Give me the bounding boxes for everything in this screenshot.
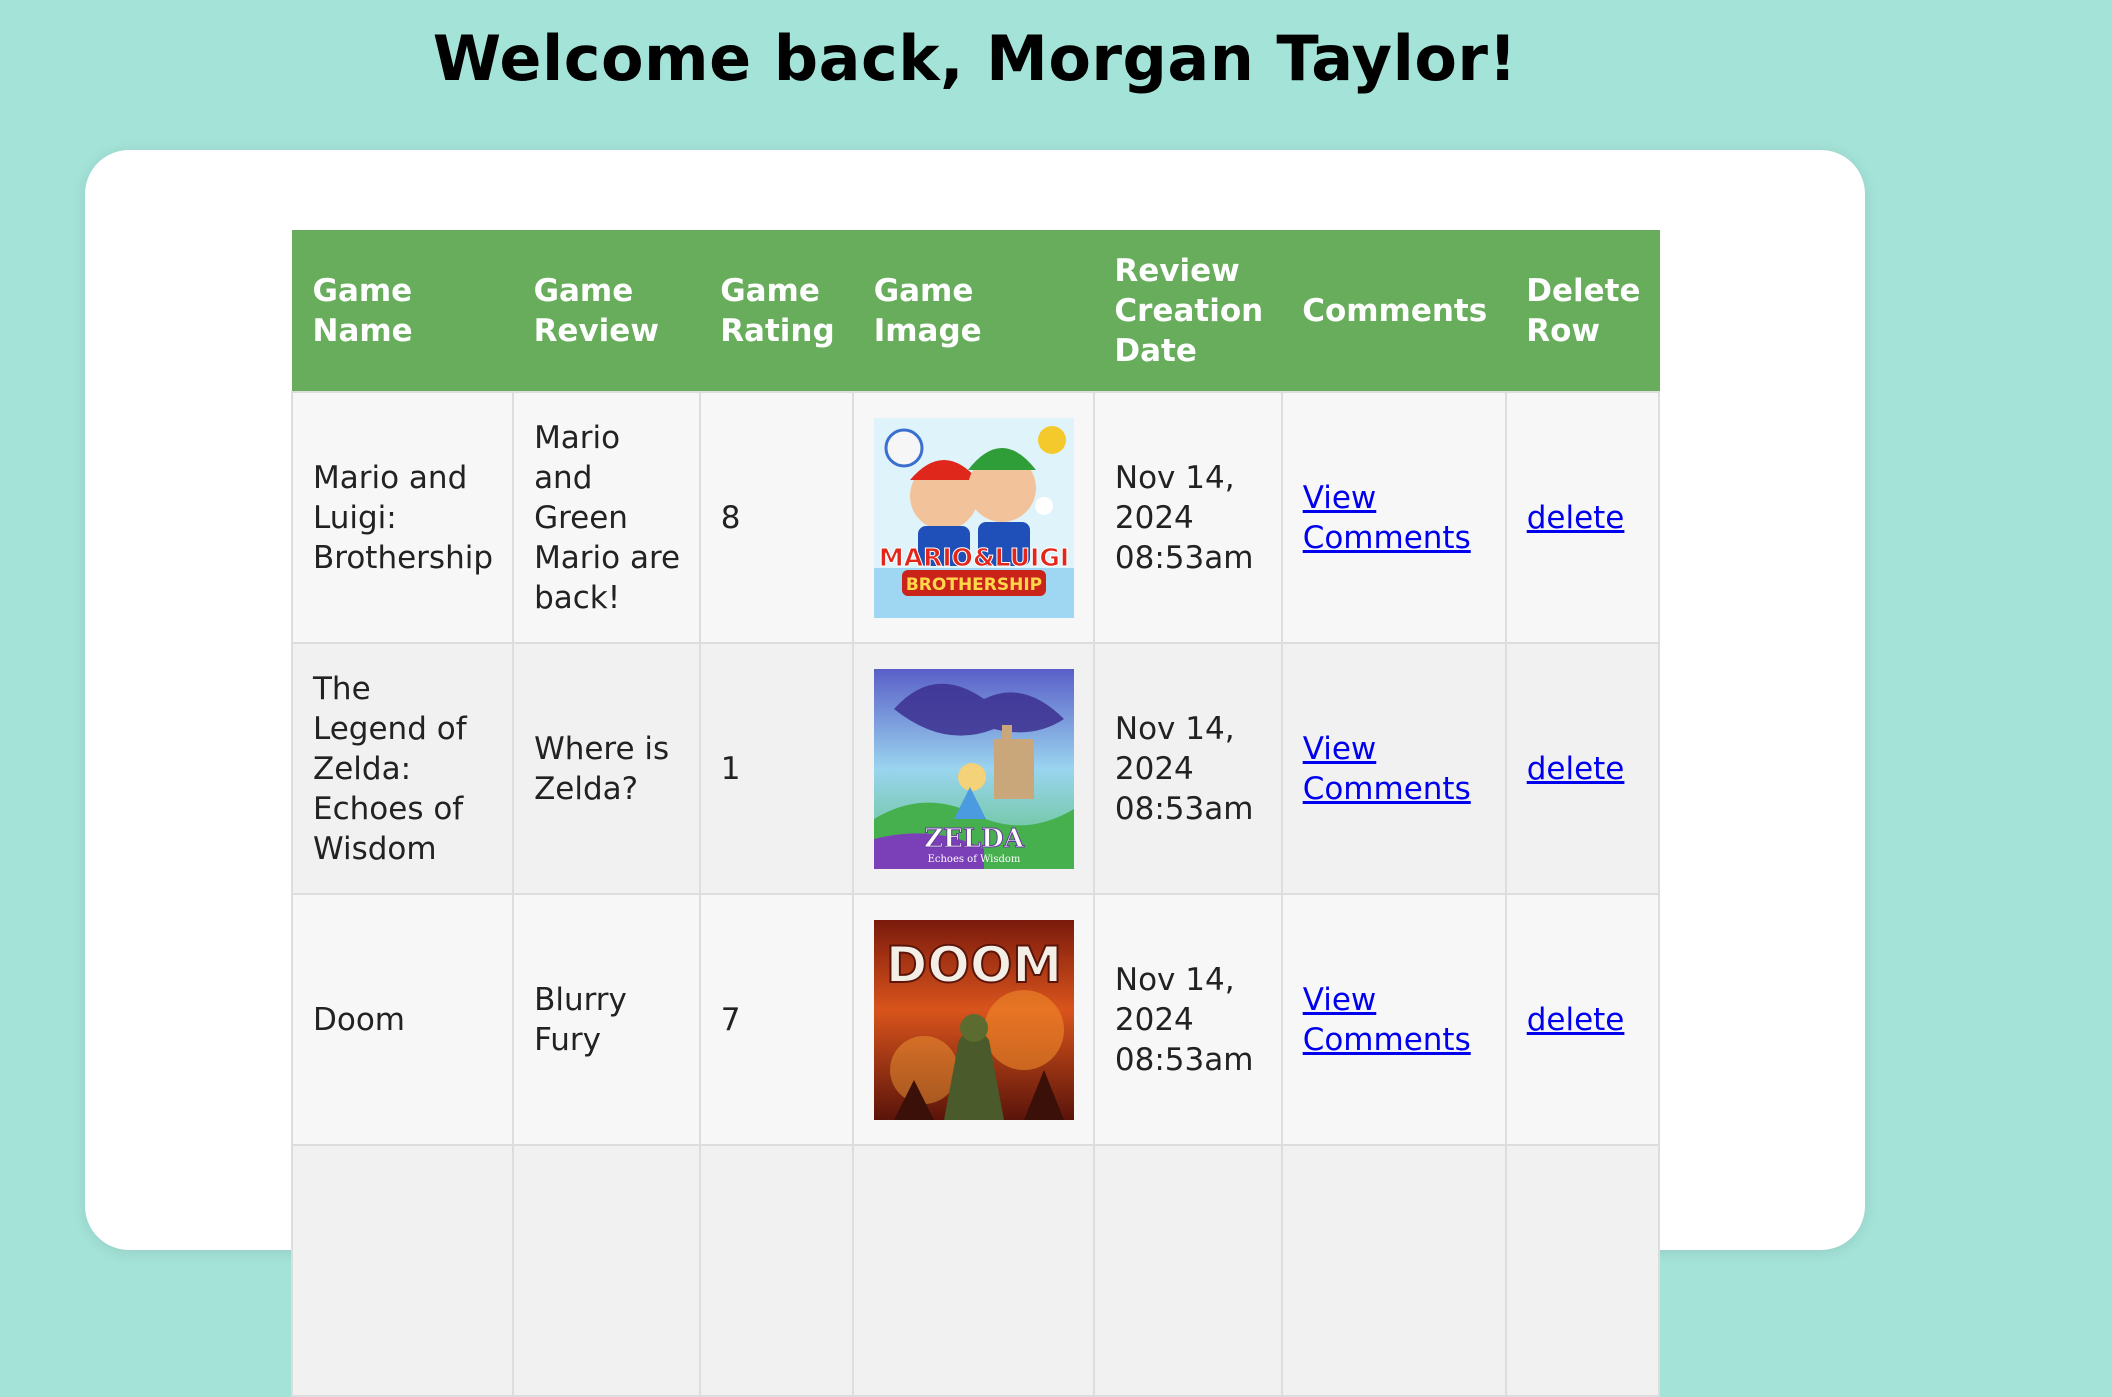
cover-title-text: DOOM xyxy=(886,936,1062,994)
delete-cell: delete xyxy=(1504,391,1661,644)
game-cover-image: DOOM xyxy=(874,919,1075,1120)
table-row: Doom Blurry Fury 7 DOOM Nov 14, 2024 08:… xyxy=(290,893,1661,1146)
game-name-cell: Mario and Luigi: Brothership xyxy=(290,391,515,644)
delete-cell: delete xyxy=(1504,893,1661,1146)
header-game-image: Game Image xyxy=(852,230,1095,393)
header-delete-row: Delete Row xyxy=(1505,230,1660,393)
header-review-creation-date: Review Creation Date xyxy=(1093,230,1283,393)
content-card: Game Name Game Review Game Rating Game I… xyxy=(85,150,1865,1397)
comments-cell: View Comments xyxy=(1280,893,1507,1146)
comments-cell: View Comments xyxy=(1280,391,1507,644)
table-row xyxy=(290,1144,1661,1397)
view-comments-link[interactable]: View Comments xyxy=(1303,480,1471,556)
view-comments-link[interactable]: View Comments xyxy=(1303,982,1471,1058)
header-comments: Comments xyxy=(1281,230,1507,393)
review-date-cell: Nov 14, 2024 08:53am xyxy=(1092,642,1283,895)
game-image-cell: ZELDA Echoes of Wisdom xyxy=(852,642,1095,895)
table-row: The Legend of Zelda: Echoes of Wisdom Wh… xyxy=(290,642,1661,895)
header-game-name: Game Name xyxy=(291,230,514,393)
delete-cell: delete xyxy=(1504,642,1661,895)
comments-cell: View Comments xyxy=(1280,642,1507,895)
header-game-review: Game Review xyxy=(512,230,701,393)
game-rating-cell: 8 xyxy=(698,391,855,644)
cover-title-text: ZELDA xyxy=(924,824,1025,854)
game-name-cell: Doom xyxy=(290,893,515,1146)
delete-link[interactable]: delete xyxy=(1527,751,1625,787)
game-review-cell: Blurry Fury xyxy=(512,893,701,1146)
review-date-cell: Nov 14, 2024 08:53am xyxy=(1092,893,1283,1146)
view-comments-link[interactable]: View Comments xyxy=(1303,731,1471,807)
delete-link[interactable]: delete xyxy=(1527,1002,1625,1038)
reviews-table: Game Name Game Review Game Rating Game I… xyxy=(290,230,1661,1397)
table-header-row: Game Name Game Review Game Rating Game I… xyxy=(291,230,1660,393)
game-cover-image: ZELDA Echoes of Wisdom xyxy=(874,668,1075,869)
header-game-rating: Game Rating xyxy=(699,230,854,393)
review-date-cell: Nov 14, 2024 08:53am xyxy=(1092,391,1283,644)
delete-link[interactable]: delete xyxy=(1527,500,1625,536)
game-name-cell: The Legend of Zelda: Echoes of Wisdom xyxy=(290,642,515,895)
cover-subtitle-text: BROTHERSHIP xyxy=(906,575,1042,595)
table-row: Mario and Luigi: Brothership Mario and G… xyxy=(290,391,1661,644)
welcome-heading: Welcome back, Morgan Taylor! xyxy=(432,22,1518,95)
game-image-cell: MARIO&LUIGI BROTHERSHIP xyxy=(852,391,1095,644)
game-image-cell: DOOM xyxy=(852,893,1095,1146)
game-cover-image: MARIO&LUIGI BROTHERSHIP xyxy=(874,417,1075,618)
cover-subtitle-text: Echoes of Wisdom xyxy=(928,854,1021,865)
game-review-cell: Where is Zelda? xyxy=(512,642,701,895)
cover-title-text: MARIO&LUIGI xyxy=(879,543,1069,572)
game-review-cell: Mario and Green Mario are back! xyxy=(512,391,701,644)
game-rating-cell: 7 xyxy=(698,893,855,1146)
game-rating-cell: 1 xyxy=(698,642,855,895)
